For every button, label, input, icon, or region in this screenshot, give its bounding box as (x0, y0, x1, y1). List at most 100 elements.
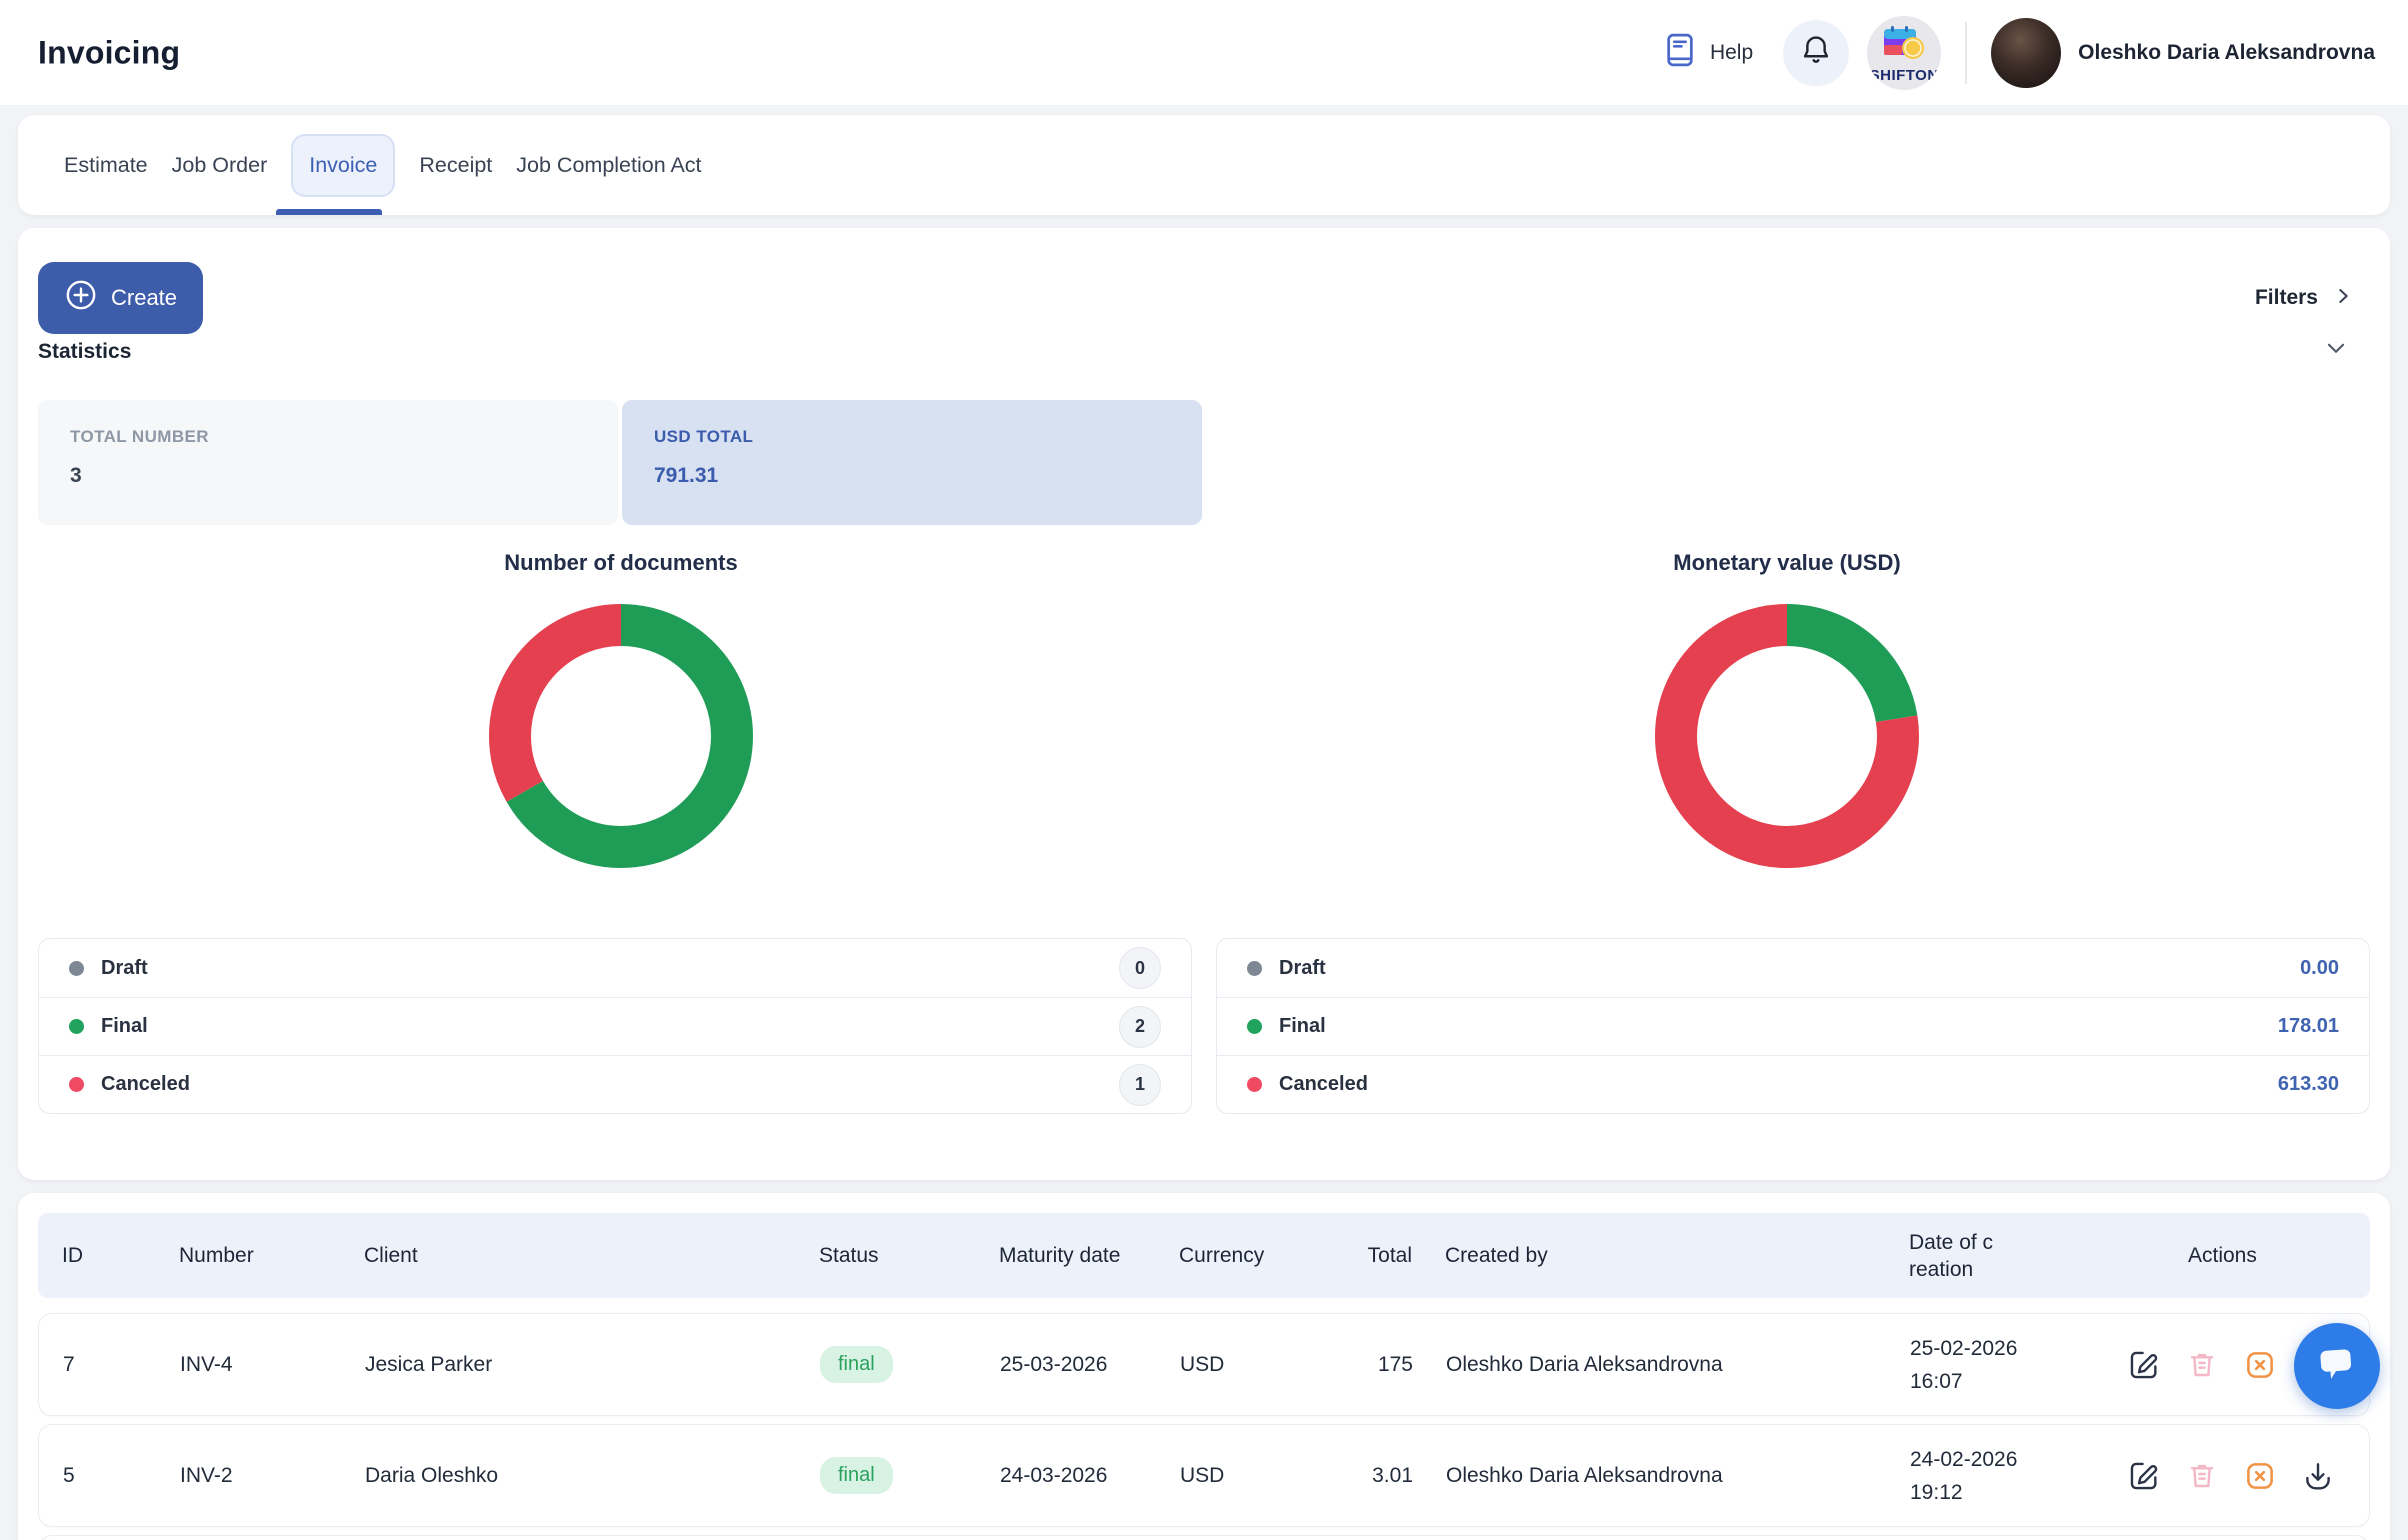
charts-row: Number of documents Monetary value (USD) (38, 528, 2370, 868)
delete-icon[interactable] (2185, 1348, 2219, 1382)
row-number: INV-4 (156, 1353, 341, 1377)
count-badge: 0 (1119, 947, 1161, 989)
row-status: final (796, 1457, 976, 1494)
chart-title: Number of documents (504, 550, 737, 576)
stat-label: USD TOTAL (654, 427, 1170, 447)
shifton-app-logo[interactable]: SHIFTON (1867, 16, 1941, 90)
cancel-icon[interactable] (2243, 1459, 2277, 1493)
row-status: final (796, 1346, 976, 1383)
filters-label: Filters (2255, 286, 2318, 310)
row-id: 7 (39, 1353, 156, 1377)
stat-card-total-number: TOTAL NUMBER 3 (38, 400, 618, 525)
row-client: Jesica Parker (341, 1353, 796, 1377)
download-icon[interactable] (2301, 1459, 2335, 1493)
help-label: Help (1710, 41, 1753, 65)
stat-value: 791.31 (654, 464, 1170, 488)
col-actions: Actions (2090, 1242, 2370, 1269)
amount-value: 613.30 (2278, 1073, 2339, 1096)
tab-receipt[interactable]: Receipt (419, 143, 492, 188)
tab-job-order[interactable]: Job Order (172, 143, 268, 188)
tab-estimate[interactable]: Estimate (64, 143, 148, 188)
legend-item-draft: Draft 0.00 (1217, 939, 2369, 997)
chevron-down-icon (2323, 335, 2349, 366)
col-id: ID (38, 1242, 155, 1269)
legend-item-final: Final 2 (39, 997, 1191, 1055)
tab-invoice[interactable]: Invoice (291, 134, 395, 197)
col-total: Total (1275, 1242, 1420, 1269)
tab-job-completion-act[interactable]: Job Completion Act (516, 143, 701, 188)
row-total: 3.01 (1276, 1464, 1421, 1488)
row-actions (2091, 1459, 2369, 1493)
page-title: Invoicing (38, 34, 180, 71)
col-maturity-date: Maturity date (975, 1242, 1155, 1269)
row-number: INV-2 (156, 1464, 341, 1488)
col-status: Status (795, 1242, 975, 1269)
stat-label: TOTAL NUMBER (70, 427, 586, 447)
create-button[interactable]: Create (38, 262, 203, 334)
row-total: 175 (1276, 1353, 1421, 1377)
table-row[interactable]: 7 INV-4 Jesica Parker final 25-03-2026 U… (38, 1313, 2370, 1416)
amount-value: 0.00 (2300, 957, 2339, 980)
chat-bubble-icon (2314, 1342, 2360, 1391)
legend-item-draft: Draft 0 (39, 939, 1191, 997)
col-client: Client (340, 1242, 795, 1269)
row-maturity-date: 25-03-2026 (976, 1353, 1156, 1377)
legend-item-canceled: Canceled 1 (39, 1055, 1191, 1113)
notifications-button[interactable] (1783, 20, 1849, 86)
status-badge: final (820, 1346, 893, 1383)
row-currency: USD (1156, 1464, 1276, 1488)
invoices-table: ID Number Client Status Maturity date Cu… (18, 1193, 2390, 1540)
help-button[interactable]: Help (1663, 31, 1753, 74)
bell-icon (1799, 33, 1833, 72)
table-row[interactable]: 5 INV-2 Daria Oleshko final 24-03-2026 U… (38, 1424, 2370, 1527)
chart-title: Monetary value (USD) (1673, 550, 1900, 576)
edit-icon[interactable] (2127, 1459, 2161, 1493)
user-avatar[interactable] (1991, 18, 2061, 88)
table-row[interactable] (38, 1535, 2370, 1540)
amount-value: 178.01 (2278, 1015, 2339, 1038)
draft-dot (69, 961, 84, 976)
col-currency: Currency (1155, 1242, 1275, 1269)
final-dot (69, 1019, 84, 1034)
row-client: Daria Oleshko (341, 1464, 796, 1488)
col-created-by: Created by (1420, 1242, 1885, 1269)
canceled-dot (1247, 1077, 1262, 1092)
edit-icon[interactable] (2127, 1348, 2161, 1382)
chart-legends: Draft 0 Final 2 Canceled 1 Draft (38, 938, 2370, 1114)
chart-monetary-value: Monetary value (USD) (1204, 528, 2370, 868)
app-header: Invoicing Help (0, 0, 2408, 105)
row-id: 5 (39, 1464, 156, 1488)
row-created-by: Oleshko Daria Aleksandrovna (1421, 1353, 1886, 1377)
header-divider (1965, 22, 1967, 84)
draft-dot (1247, 961, 1262, 976)
row-date-of-creation: 24-02-2026 19:12 (1886, 1443, 2091, 1509)
filters-button[interactable]: Filters (2255, 262, 2354, 334)
help-book-icon (1663, 31, 1697, 74)
count-badge: 2 (1119, 1006, 1161, 1048)
table-header-row: ID Number Client Status Maturity date Cu… (38, 1213, 2370, 1298)
status-badge: final (820, 1457, 893, 1494)
active-tab-indicator (276, 209, 382, 215)
chevron-right-icon (2332, 285, 2354, 312)
chart-number-of-documents: Number of documents (38, 528, 1204, 868)
count-badge: 1 (1119, 1064, 1161, 1106)
logo-text: SHIFTON (1867, 67, 1941, 84)
canceled-dot (69, 1077, 84, 1092)
legend-monetary: Draft 0.00 Final 178.01 Canceled 613.30 (1216, 938, 2370, 1114)
document-type-tabbar: Estimate Job Order Invoice Receipt Job C… (18, 115, 2390, 215)
statistics-section: Create Filters Statistics TOTAL NUMBER 3… (18, 228, 2390, 1180)
chat-widget-button[interactable] (2294, 1323, 2380, 1409)
legend-documents: Draft 0 Final 2 Canceled 1 (38, 938, 1192, 1114)
user-name: Oleshko Daria Aleksandrovna (2078, 41, 2375, 65)
col-number: Number (155, 1242, 340, 1269)
final-dot (1247, 1019, 1262, 1034)
row-maturity-date: 24-03-2026 (976, 1464, 1156, 1488)
legend-item-final: Final 178.01 (1217, 997, 2369, 1055)
row-currency: USD (1156, 1353, 1276, 1377)
cancel-icon[interactable] (2243, 1348, 2277, 1382)
delete-icon[interactable] (2185, 1459, 2219, 1493)
donut-chart-documents (489, 604, 753, 868)
statistics-collapse-toggle[interactable] (2318, 332, 2354, 368)
stat-card-usd-total: USD TOTAL 791.31 (622, 400, 1202, 525)
donut-chart-monetary (1655, 604, 1919, 868)
